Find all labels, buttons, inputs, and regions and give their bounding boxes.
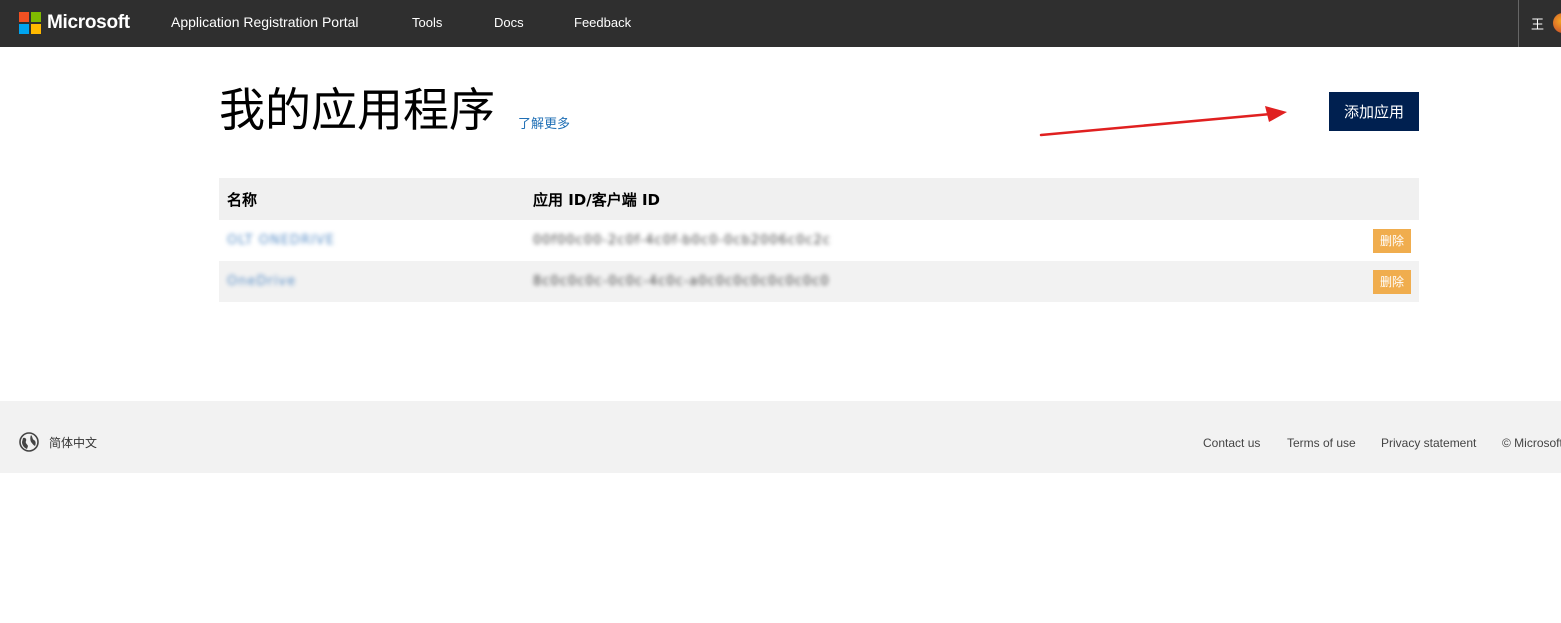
delete-button[interactable]: 删除: [1373, 228, 1411, 253]
footer-terms-link[interactable]: Terms of use: [1287, 436, 1356, 450]
column-header-actions: [1345, 178, 1419, 220]
globe-icon: [19, 432, 39, 452]
footer-contact-link[interactable]: Contact us: [1203, 436, 1260, 450]
column-header-app-id: 应用 ID/客户端 ID: [525, 178, 1345, 220]
table-row: OLT ONEDRIVE 00f00c00-2c0f-4c0f-b0c0-0cb…: [219, 220, 1419, 261]
delete-button[interactable]: 删除: [1373, 269, 1411, 294]
app-action-cell: 删除: [1345, 261, 1419, 302]
app-id-value: 00f00c00-2c0f-4c0f-b0c0-0cb2006c0c2c: [533, 233, 831, 248]
user-menu[interactable]: 王: [1518, 0, 1561, 47]
footer: 简体中文 Contact us Terms of use Privacy sta…: [0, 401, 1561, 473]
footer-copyright: © Microsoft: [1502, 436, 1561, 450]
microsoft-logo-icon: [19, 12, 41, 34]
nav-docs[interactable]: Docs: [494, 15, 524, 30]
annotation-arrow-icon: [1039, 106, 1287, 137]
top-navigation-bar: Microsoft Application Registration Porta…: [0, 0, 1561, 47]
locale-selector[interactable]: 简体中文: [19, 432, 97, 452]
column-header-name: 名称: [219, 178, 525, 220]
app-id-value: 8c0c0c0c-0c0c-4c0c-a0c0c0c0c0c0c0c0: [533, 274, 830, 289]
locale-label: 简体中文: [49, 435, 98, 450]
footer-privacy-link[interactable]: Privacy statement: [1381, 436, 1476, 450]
add-app-button[interactable]: 添加应用: [1329, 92, 1419, 131]
table-row: OneDrive 8c0c0c0c-0c0c-4c0c-a0c0c0c0c0c0…: [219, 261, 1419, 302]
app-name-link[interactable]: OLT ONEDRIVE: [227, 233, 335, 248]
apps-table: 名称 应用 ID/客户端 ID OLT ONEDRIVE 00f00c00-2c…: [219, 178, 1419, 302]
nav-feedback[interactable]: Feedback: [574, 15, 631, 30]
app-action-cell: 删除: [1345, 220, 1419, 261]
app-id-cell: 00f00c00-2c0f-4c0f-b0c0-0cb2006c0c2c: [525, 220, 1345, 261]
table-header-row: 名称 应用 ID/客户端 ID: [219, 178, 1419, 220]
page-title: 我的应用程序: [219, 83, 495, 137]
app-name-link[interactable]: OneDrive: [227, 274, 296, 289]
app-name-cell: OneDrive: [219, 261, 525, 302]
app-name-cell: OLT ONEDRIVE: [219, 220, 525, 261]
nav-portal-title[interactable]: Application Registration Portal: [171, 14, 359, 30]
nav-tools[interactable]: Tools: [412, 15, 442, 30]
brand-name: Microsoft: [47, 12, 130, 33]
microsoft-brand[interactable]: Microsoft: [19, 11, 130, 35]
avatar: [1553, 13, 1561, 33]
learn-more-link[interactable]: 了解更多: [518, 113, 570, 132]
user-initial: 王: [1531, 18, 1545, 33]
app-id-cell: 8c0c0c0c-0c0c-4c0c-a0c0c0c0c0c0c0c0: [525, 261, 1345, 302]
